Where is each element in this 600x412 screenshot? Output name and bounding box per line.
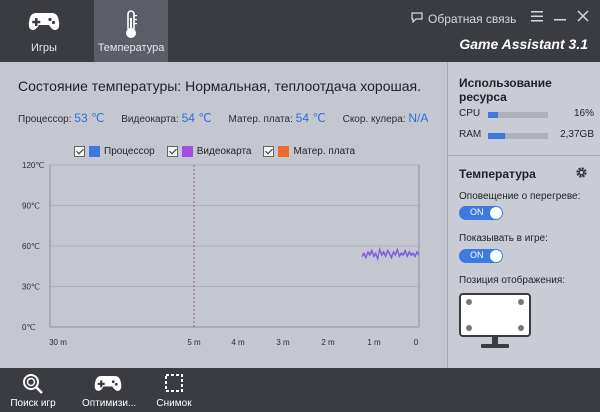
temperature-panel: Состояние температуры: Нормальная, тепло… [0, 62, 446, 368]
legend-mb-checkbox[interactable] [263, 146, 275, 157]
temperature-readings: Процессор: 53 ℃ Видеокарта: 54 ℃ Матер. … [18, 111, 442, 125]
legend-cpu-checkbox[interactable] [74, 146, 85, 157]
legend-gpu[interactable]: Видеокарта [166, 146, 252, 157]
ram-usage-value: 2,37GB [560, 129, 594, 140]
x-tick-label: 0 [414, 338, 419, 347]
feedback-label: Обратная связь [428, 11, 517, 26]
mb-temp-value: 54 ℃ [295, 111, 326, 125]
screenshot-label: Снимок [156, 398, 192, 409]
y-tick-label: 0℃ [22, 323, 35, 332]
x-tick-label: 3 m [276, 338, 290, 347]
y-tick-label: 90℃ [22, 202, 40, 211]
cpu-usage-label: CPU [459, 108, 481, 119]
position-bottom-left[interactable] [466, 325, 472, 331]
cpu-usage-value: 16% [573, 108, 594, 119]
legend-gpu-swatch [181, 146, 193, 157]
feedback-link[interactable]: Обратная связь [411, 11, 516, 26]
legend-cpu[interactable]: Процессор [74, 146, 155, 157]
gamepad-icon [28, 10, 60, 35]
x-tick-label: 4 m [231, 338, 245, 347]
tab-games[interactable]: Игры [6, 0, 82, 62]
app-brand: Game Assistant 3.1 [459, 36, 588, 52]
fan-speed-label: Скор. кулера: [342, 114, 406, 125]
y-tick-label: 60℃ [22, 242, 40, 251]
x-tick-label: 5 m [187, 338, 201, 347]
search-games-label: Поиск игр [10, 398, 56, 409]
cpu-usage-fill [488, 112, 498, 118]
search-games-icon [22, 373, 44, 398]
footer-bar: Поиск игр Оптимизи... Снимок [0, 368, 600, 412]
x-tick-label: 30 m [49, 338, 67, 347]
position-bottom-right[interactable] [518, 325, 524, 331]
ram-usage-fill [488, 133, 505, 139]
optimize-button[interactable]: Оптимизи... [82, 368, 137, 412]
show-in-game-toggle[interactable]: ON [459, 249, 503, 263]
x-tick-label: 1 m [367, 338, 381, 347]
thermometer-icon [123, 10, 139, 43]
legend-cpu-label: Процессор [104, 146, 155, 157]
screenshot-button[interactable]: Снимок [150, 368, 198, 412]
overheat-alert-state: ON [470, 207, 484, 217]
optimize-label: Оптимизи... [82, 398, 137, 409]
cpu-temp-label: Процессор: [18, 114, 72, 125]
cpu-temp-value: 53 ℃ [74, 111, 105, 125]
toggle-knob [490, 207, 502, 219]
y-tick-label: 30℃ [22, 283, 40, 292]
panel-divider [448, 155, 600, 156]
overheat-alert-toggle[interactable]: ON [459, 206, 503, 220]
legend-mb[interactable]: Матер. плата [263, 146, 355, 157]
mb-temp-label: Матер. плата: [228, 114, 293, 125]
fan-speed-value: N/A [408, 111, 429, 125]
tab-games-label: Игры [31, 42, 57, 54]
ram-usage-label: RAM [459, 129, 482, 140]
legend-gpu-checkbox[interactable] [166, 146, 178, 157]
temperature-settings-title: Температура [459, 167, 536, 181]
gpu-temp-label: Видеокарта: [121, 114, 179, 125]
side-panel: Использование ресурса CPU 16% RAM 2,37GB… [447, 62, 600, 368]
menu-icon[interactable] [530, 10, 544, 24]
display-position-label: Позиция отображения: [459, 275, 566, 286]
overheat-alert-label: Оповещение о перегреве: [459, 191, 581, 202]
cpu-usage-bar [488, 112, 548, 118]
tab-temperature-label: Температура [97, 42, 165, 54]
screenshot-icon [164, 373, 184, 396]
legend-cpu-swatch [89, 146, 100, 157]
legend-gpu-label: Видеокарта [196, 146, 252, 157]
show-in-game-state: ON [470, 250, 484, 260]
position-top-right[interactable] [518, 299, 524, 305]
legend-mb-label: Матер. плата [293, 146, 356, 157]
gpu-temp-value: 54 ℃ [181, 111, 212, 125]
resource-usage-title: Использование ресурса [459, 76, 552, 104]
chat-icon [411, 11, 423, 26]
close-icon[interactable] [576, 10, 590, 24]
chart-legend: Процессор Видеокарта Матер. плата [74, 146, 367, 157]
y-tick-label: 120℃ [22, 161, 44, 170]
search-games-button[interactable]: Поиск игр [6, 368, 60, 412]
temperature-status: Состояние температуры: Нормальная, тепло… [18, 78, 421, 94]
gear-icon[interactable] [575, 166, 588, 182]
optimize-gamepad-icon [94, 373, 122, 396]
position-top-left[interactable] [466, 299, 472, 305]
x-tick-label: 2 m [321, 338, 335, 347]
toggle-knob [490, 250, 502, 262]
display-position-monitor [459, 293, 531, 348]
tab-temperature[interactable]: Температура [94, 0, 168, 62]
legend-mb-swatch [278, 146, 290, 157]
minimize-icon[interactable] [553, 10, 567, 24]
header-bar: Игры Температура Обратная связь Game Ass… [0, 0, 600, 62]
ram-usage-bar [488, 133, 548, 139]
temperature-chart: 120℃ 90℃ 60℃ 30℃ 0℃ 30 m 5 m 4 m 3 m 2 m 1 m 0 [22, 161, 420, 347]
show-in-game-label: Показывать в игре: [459, 233, 548, 244]
